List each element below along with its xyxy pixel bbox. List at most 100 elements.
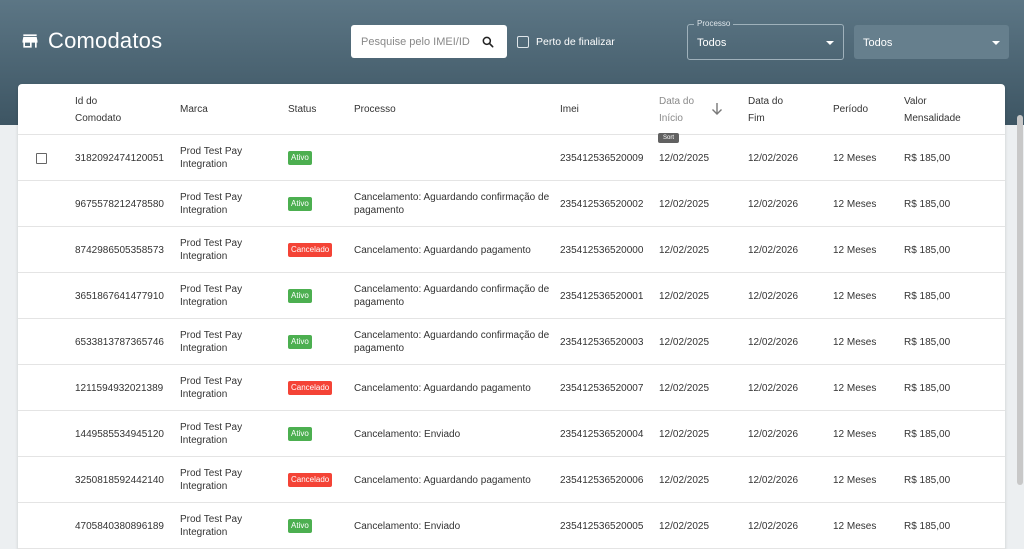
cell-period: 12 Meses [833,153,877,164]
cell-process-line2: pagamento [354,205,405,216]
cell-fee: R$ 185,00 [904,291,951,302]
cell-id: 3250818592442140 [75,475,164,486]
near-finish-filter[interactable]: Perto de finalizar [517,36,615,48]
table-row[interactable]: 9675578212478580 Prod Test Pay Integration… [18,181,1005,227]
caret-down-icon [992,41,1000,45]
column-header-fee[interactable]: Valor Mensalidade [904,94,961,126]
column-header-period[interactable]: Período [833,102,868,117]
scrollbar[interactable] [1016,0,1024,549]
column-header-start-line1: Data do [659,96,695,107]
table-row[interactable]: 3182092474120051 Prod Test Pay Integration… [18,135,1005,181]
cell-imei: 235412536520001 [560,291,644,302]
column-header-id[interactable]: Id do Comodato [75,94,121,126]
column-header-status[interactable]: Status [288,102,316,117]
table-row[interactable]: 1449585534945120 Prod Test Pay Integration… [18,411,1005,457]
cell-imei: 235412536520007 [560,383,644,394]
table-header: Id do Comodato Marca Status Processo Ime… [18,84,1005,135]
column-header-end-line1: Data do [748,96,784,107]
cell-end-date: 12/02/2026 [748,153,799,164]
cell-imei: 235412536520002 [560,199,644,210]
cell-brand-line1: Prod Test Pay [180,330,243,341]
cell-brand: Prod Test Pay Integration [180,145,242,171]
status-badge: Cancelado [288,473,333,487]
column-header-start-line2: Início [659,113,683,124]
cell-imei: 235412536520006 [560,475,644,486]
cell-brand: Prod Test Pay Integration [180,375,242,401]
cell-process: Cancelamento: Aguardando confirmação de p… [354,329,549,355]
table-row[interactable]: 8742986505358573 Prod Test Pay Integration… [18,227,1005,273]
cell-process-line2: pagamento [354,297,405,308]
status-badge: Ativo [288,151,312,165]
cell-process-line1: Cancelamento: Aguardando confirmação de [354,330,550,341]
column-header-id-line1: Id do [75,96,98,107]
table-row[interactable]: 1211594932021389 Prod Test Pay Integration… [18,365,1005,411]
cell-process-line1: Cancelamento: Aguardando confirmação de [354,192,550,203]
near-finish-label: Perto de finalizar [536,36,615,48]
column-header-process[interactable]: Processo [354,102,396,117]
cell-period: 12 Meses [833,291,877,302]
cell-brand-line1: Prod Test Pay [180,284,243,295]
cell-brand-line2: Integration [180,251,228,262]
cell-fee: R$ 185,00 [904,383,951,394]
cell-process: Cancelamento: Enviado [354,428,460,441]
cell-id: 9675578212478580 [75,199,164,210]
cell-period: 12 Meses [833,245,877,256]
comodatos-table-card: Id do Comodato Marca Status Processo Ime… [18,84,1005,549]
column-header-imei[interactable]: Imei [560,102,579,117]
process-select[interactable]: Processo Todos [687,19,844,60]
cell-period: 12 Meses [833,429,877,440]
second-select[interactable]: Todos [854,25,1009,59]
cell-id: 6533813787365746 [75,337,164,348]
cell-brand-line2: Integration [180,527,228,538]
column-header-id-line2: Comodato [75,113,122,124]
cell-brand-line1: Prod Test Pay [180,376,243,387]
cell-period: 12 Meses [833,337,877,348]
cell-start-date: 12/02/2025 [659,521,710,532]
cell-imei: 235412536520005 [560,521,644,532]
second-select-value: Todos [863,37,893,49]
search-icon[interactable] [481,35,495,49]
status-badge: Ativo [288,335,312,349]
cell-brand-line1: Prod Test Pay [180,192,243,203]
cell-end-date: 12/02/2026 [748,521,799,532]
cell-start-date: 12/02/2025 [659,291,710,302]
table-row[interactable]: 3651867641477910 Prod Test Pay Integration… [18,273,1005,319]
cell-start-date: 12/02/2025 [659,245,710,256]
cell-fee: R$ 185,00 [904,153,951,164]
column-header-fee-line1: Valor [904,96,927,107]
near-finish-checkbox[interactable] [517,36,529,48]
cell-fee: R$ 185,00 [904,245,951,256]
column-header-end-date[interactable]: Data do Fim [748,94,783,126]
process-select-label: Processo [694,19,734,28]
table-row[interactable]: 6533813787365746 Prod Test Pay Integration… [18,319,1005,365]
cell-id: 1449585534945120 [75,429,164,440]
cell-brand-line1: Prod Test Pay [180,468,243,479]
scrollbar-thumb[interactable] [1017,115,1023,485]
sort-tooltip: Sort [658,133,680,143]
cell-start-date: 12/02/2025 [659,337,710,348]
row-checkbox[interactable] [36,153,47,164]
status-badge: Ativo [288,427,312,441]
table-row[interactable]: 3250818592442140 Prod Test Pay Integration… [18,457,1005,503]
cell-brand-line1: Prod Test Pay [180,422,243,433]
cell-brand: Prod Test Pay Integration [180,191,242,217]
cell-imei: 235412536520004 [560,429,644,440]
cell-process: Cancelamento: Aguardando confirmação de p… [354,191,549,217]
cell-brand: Prod Test Pay Integration [180,467,242,493]
column-header-brand[interactable]: Marca [180,102,208,117]
cell-start-date: 12/02/2025 [659,153,710,164]
cell-imei: 235412536520003 [560,337,644,348]
search-input[interactable] [351,35,481,48]
arrow-down-icon[interactable] [711,102,723,116]
cell-imei: 235412536520009 [560,153,644,164]
table-row[interactable]: 4705840380896189 Prod Test Pay Integration… [18,503,1005,549]
cell-process: Cancelamento: Aguardando pagamento [354,474,531,487]
cell-fee: R$ 185,00 [904,429,951,440]
title-area: Comodatos [20,28,162,54]
cell-start-date: 12/02/2025 [659,429,710,440]
cell-brand-line2: Integration [180,343,228,354]
column-header-start-date[interactable]: Data do Início [659,94,694,126]
cell-brand-line2: Integration [180,389,228,400]
cell-end-date: 12/02/2026 [748,383,799,394]
cell-fee: R$ 185,00 [904,475,951,486]
